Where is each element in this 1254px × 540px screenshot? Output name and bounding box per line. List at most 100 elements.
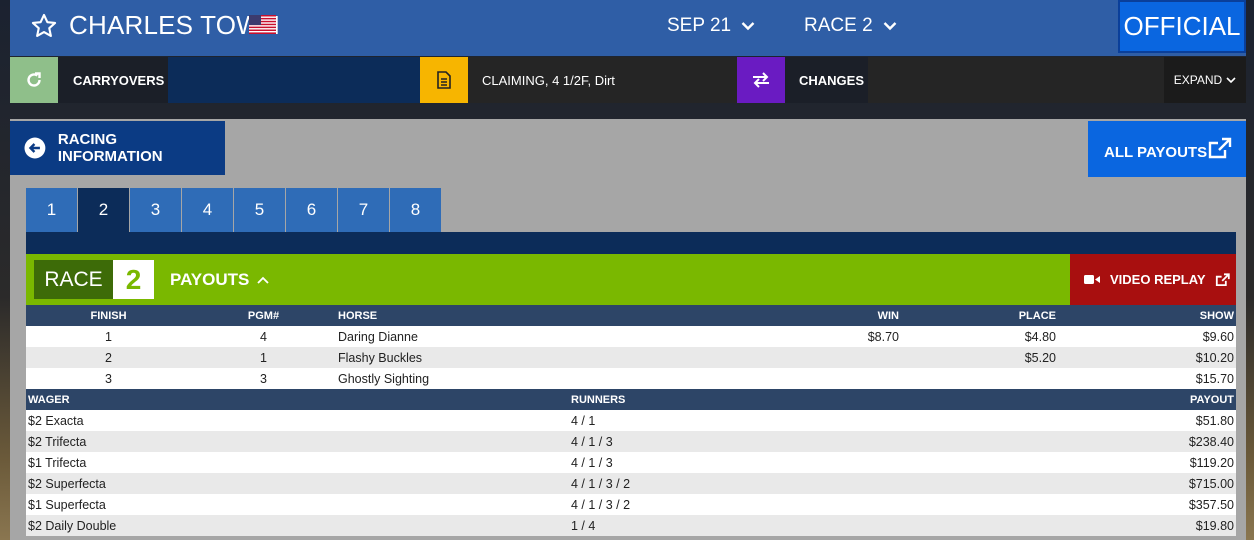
us-flag-icon <box>249 15 276 34</box>
video-external-link-button[interactable] <box>1208 254 1236 305</box>
race-selector[interactable]: RACE 2 <box>804 15 897 37</box>
favorite-star-icon[interactable] <box>30 12 58 40</box>
col-header-wager: WAGER <box>26 389 569 410</box>
table-row: $2 Superfecta 4 / 1 / 3 / 2 $715.00 <box>26 473 1236 494</box>
wager-table-header: WAGER RUNNERS PAYOUT <box>26 389 1236 410</box>
wager-cell: $2 Daily Double <box>26 515 569 536</box>
table-row: $2 Trifecta 4 / 1 / 3 $238.40 <box>26 431 1236 452</box>
wager-cell: $1 Trifecta <box>26 452 569 473</box>
col-header-place: PLACE <box>901 305 1058 326</box>
race-tab-2[interactable]: 2 <box>78 188 130 232</box>
win-cell <box>716 347 901 368</box>
show-cell: $9.60 <box>1058 326 1236 347</box>
table-row: $2 Exacta 4 / 1 $51.80 <box>26 410 1236 431</box>
document-icon <box>420 57 468 103</box>
col-header-payout: PAYOUT <box>969 389 1236 410</box>
col-header-horse: HORSE <box>336 305 716 326</box>
race-tab-4[interactable]: 4 <box>182 188 234 232</box>
swap-arrows-icon <box>737 57 785 103</box>
refresh-icon <box>10 57 58 103</box>
runners-cell: 4 / 1 / 3 <box>569 431 969 452</box>
race-tab-1[interactable]: 1 <box>26 188 78 232</box>
win-cell: $8.70 <box>716 326 901 347</box>
race-tab-5[interactable]: 5 <box>234 188 286 232</box>
chevron-up-icon <box>257 276 269 284</box>
runners-cell: 1 / 4 <box>569 515 969 536</box>
race-word: RACE <box>34 260 113 299</box>
external-link-icon <box>1215 272 1230 286</box>
chevron-down-icon <box>1226 77 1236 84</box>
finish-table-header: FINISH PGM# HORSE WIN PLACE SHOW <box>26 305 1236 326</box>
finish-table: FINISH PGM# HORSE WIN PLACE SHOW 1 4 Dar… <box>26 305 1236 389</box>
pgm-cell: 1 <box>191 347 336 368</box>
wager-cell: $1 Superfecta <box>26 494 569 515</box>
info-bar: CARRYOVERS CLAIMING, 4 1/2F, Dirt CHANGE… <box>10 57 1246 103</box>
carryovers-button[interactable]: CARRYOVERS <box>10 57 420 103</box>
race-tab-6[interactable]: 6 <box>286 188 338 232</box>
col-header-pgm: PGM# <box>191 305 336 326</box>
back-arrow-icon <box>24 137 46 159</box>
table-row: $1 Superfecta 4 / 1 / 3 / 2 $357.50 <box>26 494 1236 515</box>
col-header-show: SHOW <box>1058 305 1236 326</box>
video-camera-icon <box>1084 275 1100 284</box>
win-cell <box>716 368 901 389</box>
payout-cell: $238.40 <box>969 431 1236 452</box>
runners-cell: 4 / 1 / 3 / 2 <box>569 473 969 494</box>
payout-cell: $357.50 <box>969 494 1236 515</box>
show-cell: $10.20 <box>1058 347 1236 368</box>
racing-information-label: RACING INFORMATION <box>57 131 163 165</box>
finish-cell: 3 <box>26 368 191 389</box>
horse-cell: Flashy Buckles <box>336 347 716 368</box>
results-panel: RACING INFORMATION ALL PAYOUTS 1 2 3 4 5… <box>10 119 1246 540</box>
all-payouts-label: ALL PAYOUTS <box>1104 144 1208 161</box>
race-conditions-text: CLAIMING, 4 1/2F, Dirt <box>482 72 615 88</box>
place-cell: $4.80 <box>901 326 1058 347</box>
expand-button[interactable]: EXPAND <box>1164 57 1246 103</box>
chevron-down-icon <box>741 22 755 31</box>
show-cell: $15.70 <box>1058 368 1236 389</box>
finish-cell: 2 <box>26 347 191 368</box>
place-cell: $5.20 <box>901 347 1058 368</box>
carryovers-label: CARRYOVERS <box>73 72 165 88</box>
col-header-win: WIN <box>716 305 901 326</box>
wager-cell: $2 Trifecta <box>26 431 569 452</box>
race-tab-8[interactable]: 8 <box>390 188 442 232</box>
racing-information-button[interactable]: RACING INFORMATION <box>10 121 225 175</box>
col-header-finish: FINISH <box>26 305 191 326</box>
pgm-cell: 3 <box>191 368 336 389</box>
payout-cell: $51.80 <box>969 410 1236 431</box>
payout-cell: $715.00 <box>969 473 1236 494</box>
video-replay-button[interactable]: VIDEO REPLAY <box>1070 254 1208 305</box>
payouts-label: PAYOUTS <box>170 270 250 289</box>
table-row: 2 1 Flashy Buckles $5.20 $10.20 <box>26 347 1236 368</box>
place-cell <box>901 368 1058 389</box>
top-header: CHARLES TOWN SEP 21 RACE 2 OFFICIAL <box>10 0 1246 56</box>
race-tab-3[interactable]: 3 <box>130 188 182 232</box>
payout-cell: $19.80 <box>969 515 1236 536</box>
wager-cell: $2 Exacta <box>26 410 569 431</box>
pgm-cell: 4 <box>191 326 336 347</box>
table-row: $2 Daily Double 1 / 4 $19.80 <box>26 515 1236 536</box>
wager-table: WAGER RUNNERS PAYOUT $2 Exacta 4 / 1 $51… <box>26 389 1236 536</box>
official-status-badge: OFFICIAL <box>1118 0 1246 53</box>
payouts-header: RACE 2 PAYOUTS VIDEO REPLAY <box>26 254 1236 305</box>
table-row: 1 4 Daring Dianne $8.70 $4.80 $9.60 <box>26 326 1236 347</box>
race-tab-7[interactable]: 7 <box>338 188 390 232</box>
table-row: 3 3 Ghostly Sighting $15.70 <box>26 368 1236 389</box>
runners-cell: 4 / 1 / 3 <box>569 452 969 473</box>
table-row: $1 Trifecta 4 / 1 / 3 $119.20 <box>26 452 1236 473</box>
all-payouts-button[interactable]: ALL PAYOUTS <box>1088 121 1246 177</box>
payouts-toggle[interactable]: PAYOUTS <box>170 270 269 290</box>
race-number: 2 <box>113 260 154 299</box>
horse-cell: Ghostly Sighting <box>336 368 716 389</box>
finish-cell: 1 <box>26 326 191 347</box>
changes-button[interactable]: CHANGES <box>737 57 868 103</box>
race-tabs: 1 2 3 4 5 6 7 8 <box>26 188 442 232</box>
race-label: RACE 2 <box>804 15 873 36</box>
runners-cell: 4 / 1 / 3 / 2 <box>569 494 969 515</box>
runners-cell: 4 / 1 <box>569 410 969 431</box>
date-selector[interactable]: SEP 21 <box>667 15 755 37</box>
payout-cell: $119.20 <box>969 452 1236 473</box>
expand-label: EXPAND <box>1173 73 1223 87</box>
external-link-icon <box>1208 137 1232 159</box>
